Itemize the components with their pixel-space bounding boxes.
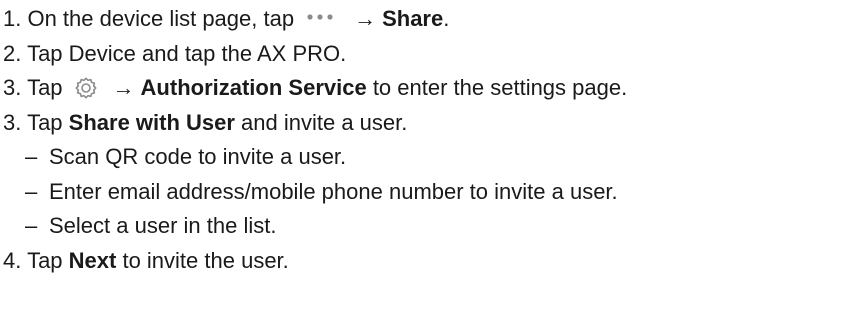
- step-3-settings: 3. Tap → Authorization Service to enter …: [3, 71, 843, 106]
- step-3a-suffix: to enter the settings page.: [366, 75, 628, 100]
- sub-item-text: Select a user in the list.: [49, 213, 277, 238]
- step-4: 4. Tap Next to invite the user.: [3, 244, 843, 279]
- step-2-text: 2. Tap Device and tap the AX PRO.: [3, 40, 347, 66]
- step-1: 1. On the device list page, tap → Share …: [3, 2, 843, 37]
- step-3b-suffix: and invite a user.: [234, 109, 408, 135]
- instruction-list: 1. On the device list page, tap → Share …: [0, 0, 843, 313]
- step-4-suffix: to invite the user.: [116, 247, 289, 273]
- dash-bullet: –: [25, 144, 38, 169]
- sub-item: – Enter email address/mobile phone numbe…: [3, 175, 843, 210]
- sub-item-text: Scan QR code to invite a user.: [49, 144, 347, 169]
- gear-icon: [71, 73, 101, 103]
- step-2: 2. Tap Device and tap the AX PRO.: [3, 37, 843, 72]
- sub-item-text: Enter email address/mobile phone number …: [49, 178, 618, 204]
- step-1-suffix: .: [443, 6, 450, 31]
- sub-item: – Scan QR code to invite a user.: [3, 140, 843, 175]
- arrow-icon: →: [112, 75, 135, 100]
- step-3b-prefix: 3. Tap: [3, 109, 69, 135]
- dash-bullet: –: [25, 178, 38, 204]
- step-1-bold: Share: [382, 6, 444, 31]
- step-4-bold: Next: [68, 247, 117, 273]
- step-4-prefix: 4. Tap: [3, 247, 69, 273]
- sub-item: – Select a user in the list.: [3, 209, 843, 244]
- more-dots-icon: [302, 8, 342, 30]
- dash-bullet: –: [25, 213, 38, 238]
- step-3-share: 3. Tap Share with User and invite a user…: [3, 106, 843, 141]
- step-1-prefix: 1. On the device list page, tap: [3, 6, 295, 31]
- step-3a-bold: Authorization Service: [140, 75, 367, 100]
- step-3a-prefix: 3. Tap: [3, 75, 63, 100]
- arrow-icon: →: [354, 6, 377, 31]
- step-3b-bold: Share with User: [68, 109, 235, 135]
